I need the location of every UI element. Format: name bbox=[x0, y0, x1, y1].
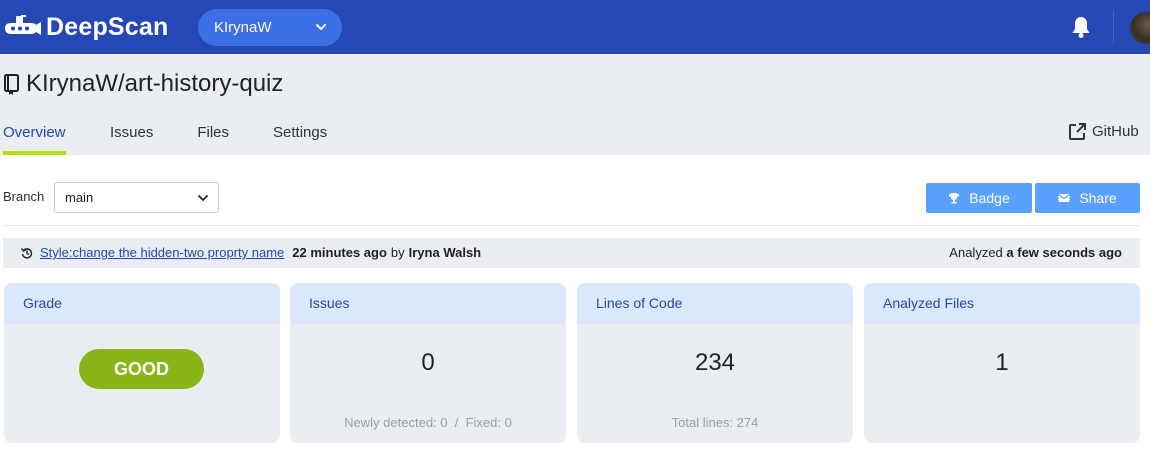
branch-value: main bbox=[65, 190, 94, 205]
github-label: GitHub bbox=[1092, 123, 1139, 140]
account-name: KIrynaW bbox=[214, 19, 272, 36]
brand-name: DeepScan bbox=[46, 12, 169, 41]
analyzed-prefix: Analyzed bbox=[949, 245, 1003, 260]
grade-card: Grade GOOD bbox=[4, 283, 280, 443]
commit-time: 22 minutes ago bbox=[292, 245, 387, 260]
analyzed-files-card[interactable]: Analyzed Files 1 bbox=[864, 283, 1140, 443]
commit-message-link[interactable]: Style:change the hidden-two proprty name bbox=[40, 245, 284, 260]
tab-issues[interactable]: Issues bbox=[107, 118, 156, 155]
issues-count: 0 bbox=[421, 349, 435, 376]
badge-label: Badge bbox=[969, 190, 1010, 206]
lines-of-code-count: 234 bbox=[694, 349, 736, 376]
commit-author: Iryna Walsh bbox=[408, 245, 482, 260]
account-selector[interactable]: KIrynaW bbox=[198, 9, 342, 46]
card-title: Lines of Code bbox=[577, 283, 853, 324]
commit-info: Style:change the hidden-two proprty name… bbox=[21, 245, 481, 260]
section-divider bbox=[3, 225, 1140, 226]
top-navigation-bar: DeepScan KIrynaW bbox=[0, 0, 1150, 54]
bell-icon[interactable] bbox=[1070, 15, 1092, 39]
branch-label: Branch bbox=[3, 189, 45, 204]
history-icon bbox=[21, 247, 33, 259]
analyzed-time: a few seconds ago bbox=[1006, 245, 1122, 260]
submarine-logo-icon bbox=[5, 15, 41, 35]
branch-select[interactable]: main bbox=[54, 182, 219, 213]
card-title: Issues bbox=[290, 283, 566, 324]
envelope-icon bbox=[1058, 194, 1071, 202]
topbar-divider bbox=[1113, 10, 1114, 44]
grade-badge: GOOD bbox=[79, 349, 204, 389]
trophy-icon bbox=[949, 193, 960, 204]
repo-book-icon bbox=[4, 74, 19, 95]
total-lines: Total lines: 274 bbox=[671, 415, 759, 430]
tab-files[interactable]: Files bbox=[194, 118, 232, 155]
tab-overview[interactable]: Overview bbox=[0, 118, 66, 155]
analysis-status: Analyzed a few seconds ago bbox=[949, 245, 1122, 260]
badge-button[interactable]: Badge bbox=[926, 183, 1032, 213]
repository-title: KIrynaW/art-history-quiz bbox=[3, 70, 283, 98]
analyzed-files-count: 1 bbox=[995, 349, 1009, 376]
deepscan-logo[interactable]: DeepScan bbox=[2, 11, 169, 43]
lines-of-code-card[interactable]: Lines of Code 234 Total lines: 274 bbox=[577, 283, 853, 443]
repository-tabs: Overview Issues Files Settings bbox=[0, 118, 330, 155]
latest-commit-bar: Style:change the hidden-two proprty name… bbox=[3, 238, 1140, 268]
issues-detail: Newly detected: 0 / Fixed: 0 bbox=[344, 415, 512, 430]
share-button[interactable]: Share bbox=[1035, 183, 1140, 213]
commit-by: by bbox=[390, 245, 405, 260]
tab-settings[interactable]: Settings bbox=[270, 118, 330, 155]
card-title: Analyzed Files bbox=[864, 283, 1140, 324]
share-label: Share bbox=[1079, 190, 1117, 206]
avatar[interactable] bbox=[1130, 12, 1150, 44]
repository-name: KIrynaW/art-history-quiz bbox=[26, 70, 284, 97]
chevron-down-icon bbox=[316, 24, 326, 30]
external-link-icon bbox=[1069, 123, 1086, 140]
github-link[interactable]: GitHub bbox=[1068, 122, 1139, 141]
chevron-down-icon bbox=[198, 195, 208, 201]
issues-card[interactable]: Issues 0 Newly detected: 0 / Fixed: 0 bbox=[290, 283, 566, 443]
card-title: Grade bbox=[4, 283, 280, 324]
